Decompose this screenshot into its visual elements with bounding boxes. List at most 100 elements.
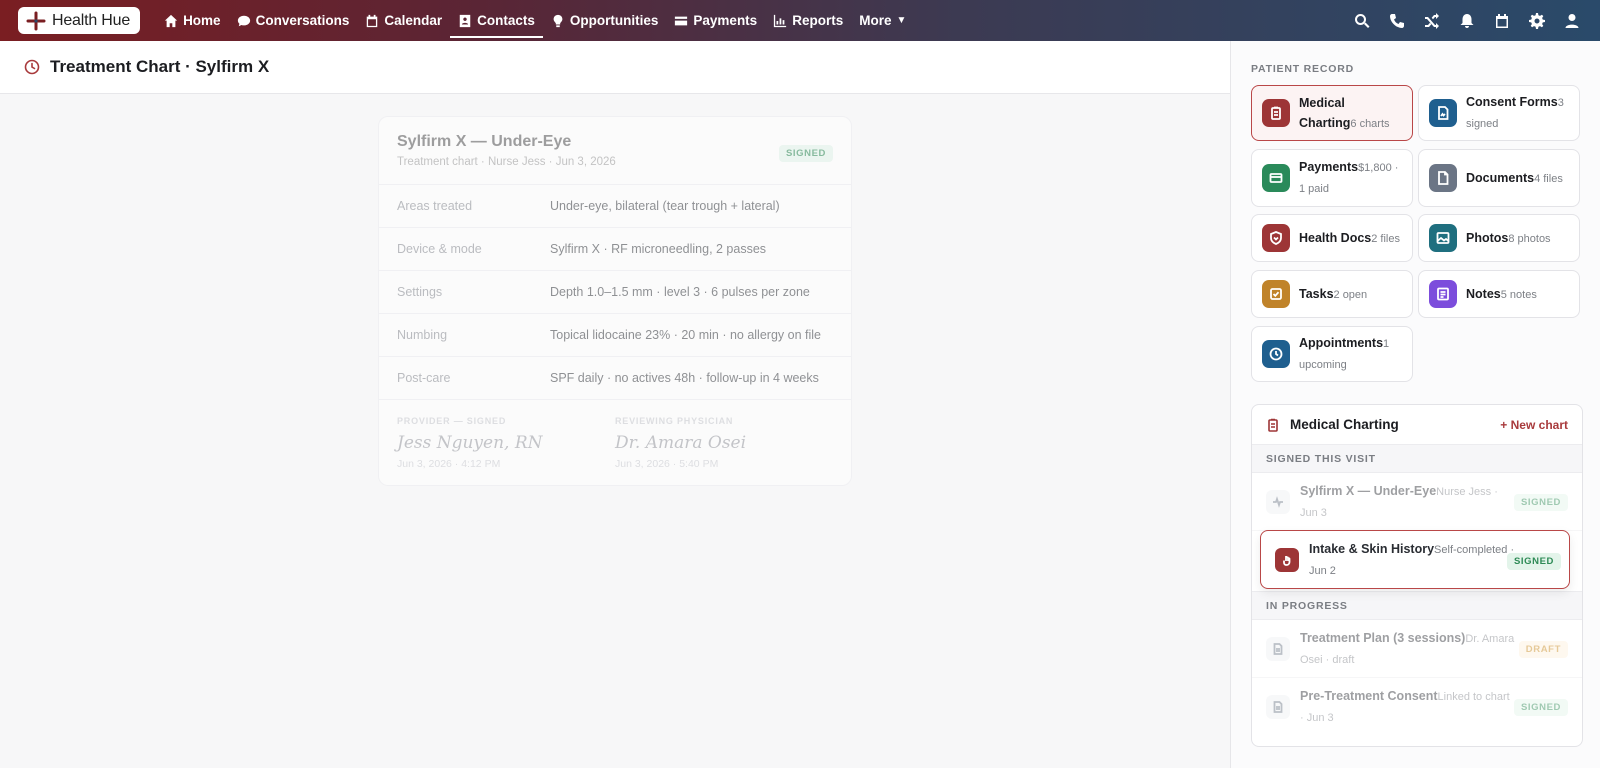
signature-date: Jun 3, 2026 · 5:40 PM bbox=[615, 458, 719, 470]
reviewer-signature: REVIEWING PHYSICIAN Dr. Amara Osei Jun 3… bbox=[615, 416, 833, 470]
caret-down-icon: ▼ bbox=[896, 15, 907, 26]
signature-name: Dr. Amara Osei bbox=[615, 433, 747, 453]
nav-reports[interactable]: Reports bbox=[765, 0, 851, 41]
nav-opportunities[interactable]: Opportunities bbox=[543, 0, 667, 41]
tile-tasks[interactable]: Tasks2 open bbox=[1251, 270, 1413, 318]
user-icon[interactable] bbox=[1564, 13, 1580, 29]
chart-row-value: Under-eye, bilateral (tear trough + late… bbox=[550, 199, 780, 213]
heart-shield-icon bbox=[1262, 224, 1290, 252]
section-in-progress: IN PROGRESS bbox=[1252, 592, 1582, 620]
logo-icon bbox=[26, 11, 46, 30]
bell-icon[interactable] bbox=[1459, 13, 1475, 29]
signature-date: Jun 3, 2026 · 4:12 PM bbox=[397, 458, 501, 470]
chart-list-item[interactable]: Pre-Treatment ConsentLinked to chart · J… bbox=[1252, 678, 1582, 736]
clipboard-icon bbox=[1262, 99, 1290, 127]
tile-name: Tasks bbox=[1299, 286, 1334, 301]
chart-row-label: Settings bbox=[397, 285, 443, 299]
chart-item-name: Intake & Skin History bbox=[1309, 541, 1435, 556]
chart-row-label: Areas treated bbox=[397, 199, 473, 213]
hand-icon bbox=[1275, 547, 1299, 572]
status-badge: DRAFT bbox=[1518, 641, 1568, 658]
nav-opportunities-label: Opportunities bbox=[569, 13, 659, 28]
nav-calendar[interactable]: Calendar bbox=[357, 0, 450, 41]
card-icon bbox=[1262, 164, 1290, 192]
signed-doc-icon bbox=[1429, 99, 1457, 127]
chart-row-value: Topical lidocaine 23% · 20 min · no alle… bbox=[550, 328, 821, 342]
main-content: Sylfirm X — Under-Eye Treatment chart · … bbox=[0, 94, 1230, 768]
chart-icon bbox=[774, 14, 787, 27]
chart-row: Device & mode Sylfirm X · RF microneedli… bbox=[379, 228, 851, 271]
chat-icon bbox=[237, 15, 250, 26]
tile-name: Consent Forms bbox=[1466, 95, 1558, 109]
gear-icon[interactable] bbox=[1529, 12, 1545, 29]
tile-medical-charting[interactable]: Medical Charting6 charts bbox=[1251, 85, 1413, 141]
provider-signature: PROVIDER — SIGNED Jess Nguyen, RN Jun 3,… bbox=[397, 416, 615, 470]
new-chart-button[interactable]: + New chart bbox=[1500, 418, 1568, 432]
search-icon[interactable] bbox=[1354, 13, 1370, 29]
tile-documents[interactable]: Documents4 files bbox=[1418, 149, 1580, 207]
shuffle-icon[interactable] bbox=[1424, 12, 1440, 29]
file-icon bbox=[1429, 164, 1457, 192]
chart-card-header: Sylfirm X — Under-Eye Treatment chart · … bbox=[379, 117, 851, 185]
nav-utilities bbox=[1354, 0, 1580, 41]
patient-record-panel: PATIENT RECORD Medical Charting6 charts … bbox=[1230, 41, 1600, 768]
page-title: Treatment Chart · Sylfirm X bbox=[50, 57, 270, 76]
medical-charting-header: Medical Charting + New chart bbox=[1252, 405, 1582, 445]
app-logo[interactable]: Health Hue bbox=[18, 7, 141, 34]
signature-name: Jess Nguyen, RN bbox=[397, 433, 543, 453]
tile-photos[interactable]: Photos8 photos bbox=[1418, 214, 1580, 262]
tile-name: Health Docs bbox=[1299, 230, 1372, 245]
logo-text: Health Hue bbox=[52, 11, 131, 29]
tile-meta: 2 open bbox=[1333, 288, 1368, 301]
chart-row-label: Post-care bbox=[397, 371, 451, 385]
chart-row: Settings Depth 1.0–1.5 mm · level 3 · 6 … bbox=[379, 271, 851, 314]
chart-item-name: Pre-Treatment Consent bbox=[1300, 689, 1438, 703]
section-signed-this-visit: SIGNED THIS VISIT bbox=[1252, 445, 1582, 473]
nav-reports-label: Reports bbox=[792, 13, 844, 28]
nav-conversations[interactable]: Conversations bbox=[229, 0, 358, 41]
phone-icon[interactable] bbox=[1389, 13, 1405, 29]
tile-name: Photos bbox=[1466, 230, 1509, 245]
medical-charting-title: Medical Charting bbox=[1290, 417, 1399, 432]
status-badge: SIGNED bbox=[1513, 494, 1568, 511]
home-icon bbox=[164, 14, 178, 27]
nav-more-label: More bbox=[859, 13, 892, 28]
chart-row-value: Depth 1.0–1.5 mm · level 3 · 6 pulses pe… bbox=[550, 285, 810, 299]
tile-name: Notes bbox=[1466, 286, 1501, 301]
chart-item-name: Treatment Plan (3 sessions) bbox=[1300, 630, 1466, 645]
chart-list-item[interactable]: Sylfirm X — Under-EyeNurse Jess · Jun 3 … bbox=[1252, 473, 1582, 531]
chart-row-value: Sylfirm X · RF microneedling, 2 passes bbox=[550, 242, 767, 256]
treatment-chart-card: Sylfirm X — Under-Eye Treatment chart · … bbox=[378, 116, 852, 486]
status-badge: SIGNED bbox=[1513, 699, 1568, 716]
tile-payments[interactable]: Payments$1,800 · 1 paid bbox=[1251, 149, 1413, 207]
signature-caption: PROVIDER — SIGNED bbox=[397, 416, 507, 426]
tile-meta: 4 files bbox=[1534, 172, 1563, 185]
tile-name: Payments bbox=[1299, 160, 1359, 174]
file-icon bbox=[1266, 636, 1290, 661]
note-icon bbox=[1429, 280, 1457, 308]
nav-contacts[interactable]: Contacts bbox=[450, 0, 543, 41]
chart-row-label: Device & mode bbox=[397, 242, 482, 256]
status-badge: SIGNED bbox=[1506, 553, 1561, 570]
nav-conversations-label: Conversations bbox=[255, 13, 350, 28]
top-nav: Health Hue Home Conversations Calendar C… bbox=[0, 0, 1600, 41]
calendar-icon[interactable] bbox=[1494, 13, 1510, 29]
nav-more[interactable]: More ▼ bbox=[851, 0, 914, 41]
nav-home[interactable]: Home bbox=[156, 0, 229, 41]
clipboard-icon bbox=[1268, 418, 1278, 432]
nav-payments[interactable]: Payments bbox=[666, 0, 765, 41]
nav-calendar-label: Calendar bbox=[384, 13, 443, 28]
tile-notes[interactable]: Notes5 notes bbox=[1418, 270, 1580, 318]
checkbox-icon bbox=[1262, 280, 1290, 308]
tile-appointments[interactable]: Appointments1 upcoming bbox=[1251, 326, 1413, 382]
page-header: Treatment Chart · Sylfirm X bbox=[0, 41, 1230, 94]
chart-list-item[interactable]: Treatment Plan (3 sessions)Dr. Amara Ose… bbox=[1252, 620, 1582, 678]
medical-charting-card: Medical Charting + New chart SIGNED THIS… bbox=[1251, 404, 1583, 747]
clock-icon bbox=[1262, 340, 1290, 368]
chart-list-item-selected[interactable]: Intake & Skin HistorySelf-completed · Ju… bbox=[1260, 530, 1570, 589]
tile-consent-forms[interactable]: Consent Forms3 signed bbox=[1418, 85, 1580, 141]
tile-health-docs[interactable]: Health Docs2 files bbox=[1251, 214, 1413, 262]
tile-name: Documents bbox=[1466, 170, 1535, 185]
tile-name: Medical Charting bbox=[1299, 95, 1351, 130]
chart-row-value: SPF daily · no actives 48h · follow-up i… bbox=[550, 371, 819, 385]
